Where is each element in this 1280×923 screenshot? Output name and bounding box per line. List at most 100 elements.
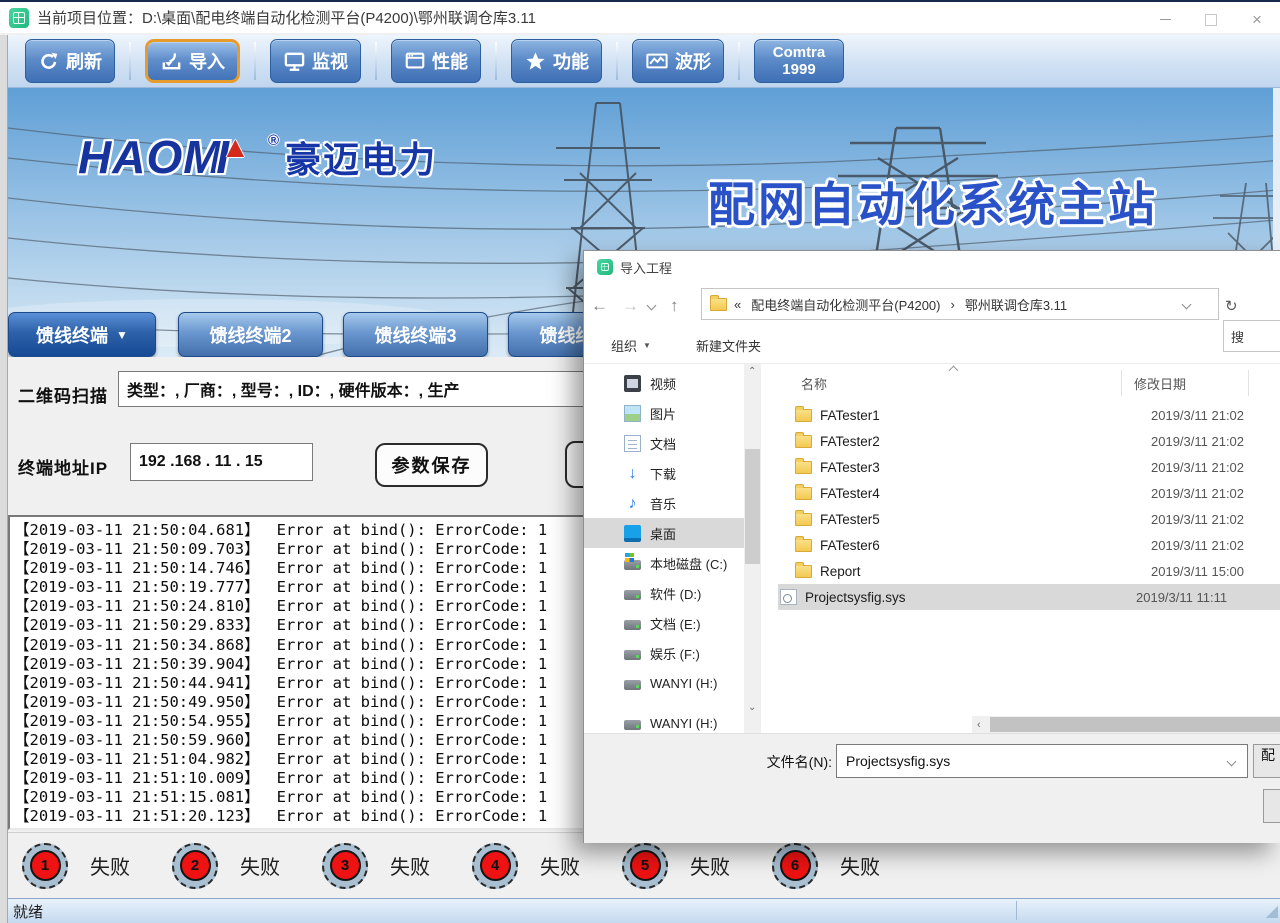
performance-button[interactable]: 性能: [391, 39, 481, 83]
file-row[interactable]: FATester6 2019/3/11 21:02: [778, 532, 1280, 558]
refresh-address-icon[interactable]: ↻: [1225, 297, 1274, 315]
column-divider[interactable]: [1248, 370, 1249, 396]
file-date: 2019/3/11 21:02: [1138, 486, 1244, 501]
status-text: 就绪: [13, 901, 43, 922]
log-timestamp: 【2019-03-11 21:50:49.950】: [14, 693, 260, 711]
file-row[interactable]: FATester2 2019/3/11 21:02: [778, 428, 1280, 454]
up-icon[interactable]: ↑: [670, 296, 679, 316]
log-line: 【2019-03-11 21:50:54.955】Error at bind()…: [14, 712, 583, 731]
sidebar-item[interactable]: 桌面: [584, 518, 761, 548]
sidebar-item[interactable]: 软件 (D:): [584, 578, 761, 608]
file-row[interactable]: FATester4 2019/3/11 21:02: [778, 480, 1280, 506]
error-log[interactable]: 【2019-03-11 21:50:04.681】Error at bind()…: [8, 515, 585, 830]
waveform-button[interactable]: 波形: [632, 39, 724, 83]
close-icon[interactable]: ×: [1234, 4, 1280, 35]
sidebar-item[interactable]: 下载: [584, 458, 761, 488]
new-folder-button[interactable]: 新建文件夹: [696, 336, 761, 355]
import-project-dialog: 导入工程 ← → ↑ « 配电终端自动化检测平台(P4200) › 鄂州联调仓库…: [583, 250, 1280, 843]
chevron-down-icon: ▼: [116, 328, 128, 342]
window-title: 当前项目位置：D:\桌面\配电终端自动化检测平台(P4200)\鄂州联调仓库3.…: [37, 7, 536, 28]
log-line: 【2019-03-11 21:51:15.081】Error at bind()…: [14, 788, 583, 807]
tab-feeder-terminal-3[interactable]: 馈线终端3: [343, 312, 488, 357]
tab-feeder-terminal-1[interactable]: 馈线终端 ▼: [8, 312, 156, 357]
filename-value: Projectsysfig.sys: [846, 753, 950, 769]
drive-icon: [624, 590, 641, 600]
folder-icon: [710, 298, 727, 311]
result-indicator: 6 失败: [772, 843, 922, 889]
maximize-icon[interactable]: [1188, 4, 1234, 35]
file-row[interactable]: FATester1 2019/3/11 21:02: [778, 402, 1280, 428]
log-timestamp: 【2019-03-11 21:50:54.955】: [14, 712, 260, 730]
address-bar[interactable]: « 配电终端自动化检测平台(P4200) › 鄂州联调仓库3.11: [701, 288, 1219, 320]
statusbar-divider: [1016, 901, 1017, 920]
scrollbar-thumb[interactable]: [990, 717, 1280, 732]
log-line: 【2019-03-11 21:50:34.868】Error at bind()…: [14, 636, 583, 655]
back-icon[interactable]: ←: [591, 296, 608, 316]
logo-text-en: HAOM: [78, 130, 223, 184]
dialog-command-bar: 组织 ▼ 新建文件夹: [584, 328, 1280, 364]
scroll-left-icon[interactable]: ‹: [977, 719, 981, 731]
log-timestamp: 【2019-03-11 21:50:29.833】: [14, 616, 260, 634]
column-header-date[interactable]: 修改日期: [1121, 374, 1186, 393]
comtrade-button[interactable]: Comtra 1999: [754, 39, 844, 83]
open-button-partial[interactable]: [1263, 789, 1280, 823]
file-row[interactable]: Projectsysfig.sys 2019/3/11 11:11: [778, 584, 1280, 610]
forward-icon[interactable]: →: [622, 296, 639, 316]
sidebar-item[interactable]: WANYI (H:): [584, 668, 761, 698]
sidebar-item[interactable]: WANYI (H:): [584, 708, 761, 733]
organize-menu[interactable]: 组织 ▼: [611, 336, 651, 355]
monitor-button[interactable]: 监视: [270, 39, 361, 83]
scroll-up-icon[interactable]: ⌃: [748, 366, 756, 377]
column-header-name[interactable]: 名称: [778, 374, 1121, 393]
sidebar-item[interactable]: 音乐: [584, 488, 761, 518]
sidebar-scrollbar[interactable]: ⌃ ⌄: [744, 364, 761, 733]
recent-locations-chevron-icon[interactable]: [647, 301, 657, 311]
log-timestamp: 【2019-03-11 21:50:24.810】: [14, 597, 260, 615]
indicator-label: 失败: [390, 851, 430, 880]
file-name: FATester2: [820, 434, 1138, 449]
sidebar-item[interactable]: 娱乐 (F:): [584, 638, 761, 668]
sidebar-item[interactable]: 文档: [584, 428, 761, 458]
breadcrumb-folder[interactable]: 配电终端自动化检测平台(P4200): [751, 295, 940, 314]
folder-icon: [795, 461, 812, 474]
save-params-button[interactable]: 参数保存: [375, 443, 488, 487]
comtrade-label-line1: Comtra: [773, 44, 826, 61]
scrollbar-thumb[interactable]: [745, 449, 760, 564]
filetype-filter-button[interactable]: 配: [1253, 744, 1280, 778]
file-row[interactable]: Report 2019/3/11 15:00: [778, 558, 1280, 584]
file-row[interactable]: FATester3 2019/3/11 21:02: [778, 454, 1280, 480]
import-button[interactable]: 导入: [145, 39, 240, 83]
resize-grip[interactable]: ◢: [1266, 901, 1278, 921]
sidebar-item[interactable]: 视频: [584, 368, 761, 398]
documents-icon: [624, 435, 641, 452]
scroll-down-icon[interactable]: ⌄: [748, 702, 756, 713]
log-message: Error at bind(): ErrorCode: 1: [277, 807, 548, 825]
terminal-ip-input[interactable]: 192 .168 . 11 . 15: [130, 443, 313, 481]
minimize-icon[interactable]: [1142, 4, 1188, 35]
filename-combobox[interactable]: Projectsysfig.sys: [836, 744, 1248, 778]
sidebar-item-label: WANYI (H:): [650, 716, 717, 731]
logo-red-peak-icon: ▲: [221, 131, 251, 165]
log-message: Error at bind(): ErrorCode: 1: [277, 636, 548, 654]
column-divider[interactable]: [1121, 370, 1122, 396]
qr-scan-input[interactable]: 类型：, 厂商：, 型号：, ID：, 硬件版本：, 生产: [118, 371, 618, 407]
sidebar-item[interactable]: 本地磁盘 (C:): [584, 548, 761, 578]
sidebar-item-label: 音乐: [650, 494, 676, 513]
sidebar-item-label: 下载: [650, 464, 676, 483]
address-dropdown-chevron-icon[interactable]: [1182, 299, 1192, 309]
app-icon: [9, 8, 29, 28]
chevron-down-icon[interactable]: [1227, 756, 1237, 766]
breadcrumb-current-folder[interactable]: 鄂州联调仓库3.11: [965, 295, 1067, 314]
horizontal-scrollbar[interactable]: ‹: [972, 716, 1280, 733]
refresh-button[interactable]: 刷新: [25, 39, 115, 83]
tab-feeder-terminal-2[interactable]: 馈线终端2: [178, 312, 323, 357]
sidebar-item[interactable]: 文档 (E:): [584, 608, 761, 638]
function-button[interactable]: 功能: [511, 39, 602, 83]
file-row[interactable]: FATester5 2019/3/11 21:02: [778, 506, 1280, 532]
log-message: Error at bind(): ErrorCode: 1: [277, 578, 548, 596]
file-name: FATester4: [820, 486, 1138, 501]
dialog-title-bar[interactable]: 导入工程: [584, 251, 1280, 283]
sidebar-item[interactable]: 图片: [584, 398, 761, 428]
breadcrumb-chevrons[interactable]: «: [734, 297, 741, 312]
dialog-title: 导入工程: [620, 258, 672, 277]
